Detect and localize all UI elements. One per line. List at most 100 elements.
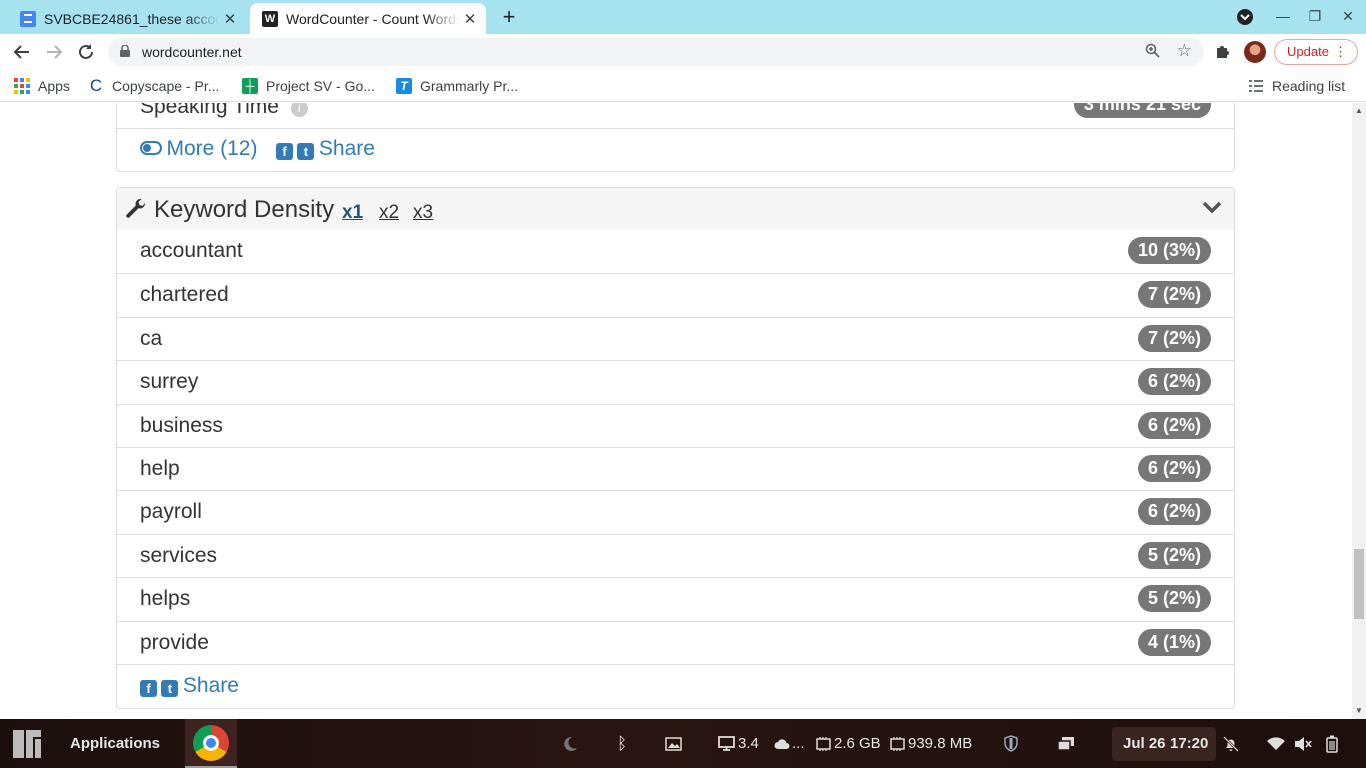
toggle-icon	[140, 141, 162, 155]
share-label: Share	[182, 674, 239, 697]
bookmark-apps[interactable]: Apps	[14, 76, 70, 96]
display-value: 3.4	[738, 735, 759, 752]
keyword-density-title: Keyword Density	[154, 196, 335, 223]
minimize-icon[interactable]: —	[1273, 8, 1293, 26]
page-scrollbar[interactable]: ▲ ▼	[1352, 103, 1366, 719]
restore-icon[interactable]: ❐	[1305, 8, 1325, 26]
keyword-row: ca 7 (2%)	[117, 316, 1234, 360]
browser-toolbar: wordcounter.net ☆ Update ⋮	[0, 34, 1366, 70]
bookmark-label: Copyscape - Pr...	[112, 78, 220, 94]
facebook-icon: f	[276, 143, 293, 160]
keyword-count-badge: 7 (2%)	[1137, 281, 1211, 309]
speaking-time-label: Speaking Time	[140, 103, 279, 118]
grammarly-icon: T	[396, 78, 412, 94]
keyword-row: services 5 (2%)	[117, 533, 1234, 577]
tab-search-icon[interactable]	[1235, 8, 1255, 26]
scrollbar-thumb[interactable]	[1354, 549, 1364, 619]
keyword-word: surrey	[140, 370, 199, 394]
chevron-down-icon[interactable]	[1202, 200, 1222, 214]
keyword-row: provide 4 (1%)	[117, 620, 1234, 664]
close-window-icon[interactable]: ✕	[1338, 8, 1358, 26]
tab-x3[interactable]: x3	[413, 202, 433, 224]
clock-date: Jul 26	[1123, 735, 1166, 752]
tab-google-doc[interactable]: SVBCBE24861_these accountants ✕	[8, 3, 246, 34]
cloud-icon	[774, 738, 790, 749]
applications-menu[interactable]: Applications	[70, 719, 160, 768]
bookmark-grammarly[interactable]: T Grammarly Pr...	[396, 76, 518, 96]
tab-x1[interactable]: x1	[342, 202, 363, 224]
google-docs-icon	[20, 10, 36, 27]
reload-icon[interactable]	[74, 40, 98, 64]
keyword-count-badge: 6 (2%)	[1137, 368, 1211, 396]
keyword-word: help	[140, 457, 180, 480]
tab-wordcounter[interactable]: W WordCounter - Count Words ✕	[250, 3, 486, 34]
tab-x2[interactable]: x2	[379, 202, 399, 224]
bluetooth-icon[interactable]: ᛒ	[617, 719, 627, 768]
update-button[interactable]: Update ⋮	[1274, 39, 1358, 65]
keyword-share-link[interactable]: f t Share	[140, 674, 239, 698]
scroll-up-icon[interactable]: ▲	[1355, 106, 1363, 115]
cloud-value: ...	[792, 735, 805, 752]
tab-strip: SVBCBE24861_these accountants ✕ W WordCo…	[0, 0, 1366, 34]
window-switcher-icon[interactable]	[1057, 719, 1075, 768]
bookmark-label: Grammarly Pr...	[420, 78, 519, 94]
taskbar-chrome[interactable]	[185, 719, 237, 768]
memory-indicator[interactable]: 939.8 MB	[890, 719, 972, 768]
keyword-count-badge: 6 (2%)	[1137, 411, 1211, 439]
bookmark-copyscape[interactable]: C Copyscape - Pr...	[88, 76, 220, 96]
shield-icon[interactable]	[1004, 719, 1018, 768]
more-share-row: More (12) f t Share	[117, 128, 1234, 172]
cloud-indicator[interactable]: ...	[774, 719, 805, 768]
bookmark-star-icon[interactable]: ☆	[1177, 41, 1192, 61]
close-tab-icon[interactable]: ✕	[220, 10, 240, 28]
taskbar: Applications ᛒ 3.4 ... 2.6 GB 939.8 MB J…	[0, 719, 1366, 768]
night-mode-icon[interactable]	[562, 719, 578, 768]
bookmark-project-sv[interactable]: ┼ Project SV - Go...	[242, 76, 375, 96]
screenshot-icon[interactable]	[665, 719, 682, 768]
new-tab-icon[interactable]: +	[497, 6, 521, 30]
extensions-icon[interactable]	[1214, 43, 1231, 64]
more-link: More (12)	[166, 137, 258, 160]
info-icon[interactable]: i	[290, 103, 308, 117]
reading-list-icon	[1248, 78, 1264, 94]
zoom-icon[interactable]	[1145, 43, 1160, 62]
notifications-off-icon[interactable]	[1223, 719, 1239, 768]
manjaro-menu-icon[interactable]	[12, 719, 42, 768]
chrome-icon	[193, 725, 229, 761]
wifi-icon[interactable]	[1267, 719, 1285, 768]
scroll-down-icon[interactable]: ▼	[1355, 706, 1363, 715]
disk-value: 2.6 GB	[834, 735, 881, 752]
close-tab-icon[interactable]: ✕	[460, 10, 480, 28]
reading-list-button[interactable]: Reading list	[1248, 76, 1345, 96]
memory-value: 939.8 MB	[908, 735, 973, 752]
keyword-density-header: Keyword Density x1 x2 x3	[117, 188, 1234, 230]
back-icon[interactable]	[10, 40, 34, 64]
stats-share-link[interactable]: f t Share	[276, 137, 375, 161]
clock[interactable]: Jul 26 17:20	[1112, 727, 1216, 761]
keyword-share-row: f t Share	[117, 664, 1234, 708]
keyword-word: provide	[140, 630, 209, 654]
keyword-count-badge: 6 (2%)	[1137, 498, 1211, 526]
share-label: Share	[318, 137, 375, 160]
keyword-count-badge: 4 (1%)	[1137, 628, 1211, 656]
keyword-row: help 6 (2%)	[117, 447, 1234, 490]
keyword-count-badge: 5 (2%)	[1137, 541, 1211, 569]
profile-avatar[interactable]	[1244, 41, 1266, 63]
keyword-word: services	[140, 543, 218, 567]
disk-indicator[interactable]: 2.6 GB	[816, 719, 881, 768]
volume-muted-icon[interactable]	[1294, 719, 1312, 768]
speaking-time-badge: 3 mins 21 sec	[1073, 103, 1211, 118]
keyword-density-panel: Keyword Density x1 x2 x3 accountant 10 (3…	[116, 187, 1235, 709]
reading-list-label: Reading list	[1272, 78, 1346, 94]
battery-icon[interactable]	[1326, 719, 1338, 768]
facebook-icon: f	[140, 680, 157, 697]
display-indicator[interactable]: 3.4	[718, 719, 759, 768]
forward-icon[interactable]	[42, 40, 66, 64]
speaking-time-row: Speaking Time i	[140, 103, 308, 119]
keyword-word: chartered	[140, 283, 229, 307]
tab-title: SVBCBE24861_these accountants	[44, 10, 220, 27]
more-toggle[interactable]: More (12)	[140, 137, 257, 161]
keyword-word: payroll	[140, 500, 202, 524]
clock-time: 17:20	[1170, 735, 1209, 752]
address-bar[interactable]: wordcounter.net ☆	[108, 38, 1204, 66]
